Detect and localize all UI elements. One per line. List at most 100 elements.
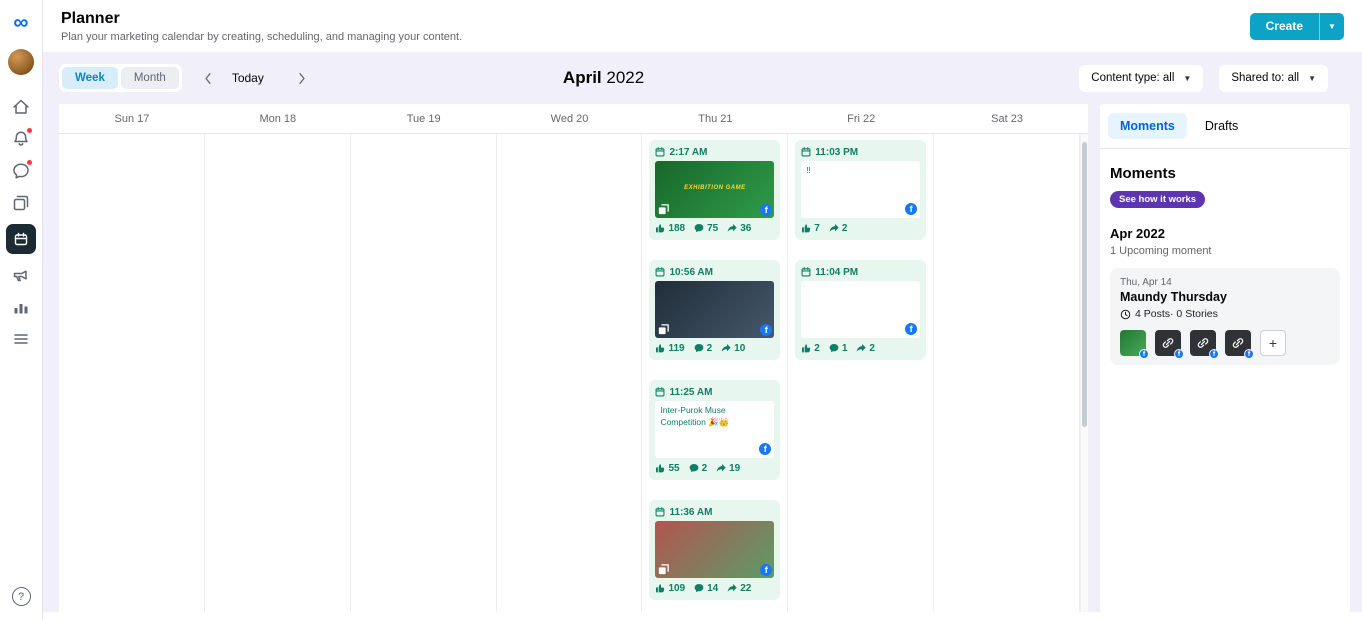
day-header: Sun 17 <box>114 113 150 125</box>
post-media-label: EXHIBITION GAME <box>684 184 746 191</box>
facebook-icon: f <box>760 564 773 576</box>
help-icon[interactable]: ? <box>11 587 31 606</box>
panel-body: Moments See how it works Apr 2022 1 Upco… <box>1100 149 1350 381</box>
upcoming-moment-count: 1 Upcoming moment <box>1110 245 1212 257</box>
like-icon <box>656 344 665 353</box>
calendar-column[interactable] <box>497 134 643 612</box>
moment-post-thumbnail[interactable]: f <box>1120 330 1149 359</box>
post-header: 11:04 PM <box>801 265 920 279</box>
scheduled-post-card[interactable]: 11:36 AM f 109 14 22 <box>649 500 781 600</box>
moment-post-thumbnail[interactable]: f <box>1155 330 1184 359</box>
comment-icon <box>829 344 839 353</box>
post-stats: 109 14 22 <box>655 581 774 595</box>
page-header: Planner Plan your marketing calendar by … <box>43 0 1362 52</box>
calendar-column[interactable] <box>59 134 205 612</box>
scheduled-post-card[interactable]: 11:04 PM f 2 1 2 <box>795 260 927 360</box>
post-media: EXHIBITION GAME f <box>655 161 775 218</box>
add-moment-post-button[interactable]: + <box>1260 330 1286 356</box>
chevron-down-icon: ▼ <box>1308 73 1316 83</box>
post-stats: 55 2 19 <box>655 461 774 475</box>
panel-tabs: Moments Drafts <box>1100 104 1350 149</box>
sidebar-item-planner[interactable] <box>6 224 36 254</box>
messages-badge-dot <box>26 159 33 166</box>
scheduled-post-card[interactable]: 2:17 AM EXHIBITION GAME f 188 75 36 <box>649 140 781 240</box>
likes-stat: 2 <box>801 343 820 354</box>
shares-stat: 10 <box>721 343 745 354</box>
shares-stat: 22 <box>727 583 751 594</box>
workspace: Sun 17 Mon 18 Tue 19 Wed 20 Thu 21 Fri 2… <box>59 104 1350 612</box>
shared-to-filter[interactable]: Shared to: all ▼ <box>1219 64 1328 92</box>
comments-stat: 2 <box>689 463 707 474</box>
like-icon <box>802 344 811 353</box>
content-type-filter[interactable]: Content type: all ▼ <box>1079 64 1204 92</box>
post-time: 11:25 AM <box>669 386 713 398</box>
more-menu-icon[interactable] <box>11 329 31 349</box>
post-media: f <box>655 521 775 578</box>
post-text: Inter-Purok Muse Competition 🎉👑 <box>660 405 730 427</box>
post-time: 11:36 AM <box>669 506 713 518</box>
tab-moments[interactable]: Moments <box>1108 113 1187 139</box>
calendar-icon <box>655 267 665 277</box>
today-button[interactable]: Today <box>224 67 272 89</box>
comments-stat: 14 <box>694 583 718 594</box>
calendar-column[interactable] <box>934 134 1081 612</box>
post-stats: 2 1 2 <box>801 341 920 355</box>
calendar-column[interactable] <box>205 134 351 612</box>
calendar-column[interactable]: 2:17 AM EXHIBITION GAME f 188 75 36 10:5… <box>642 134 789 612</box>
moment-meta: 4 Posts· 0 Stories <box>1120 308 1330 320</box>
tab-drafts[interactable]: Drafts <box>1193 113 1250 139</box>
home-icon[interactable] <box>11 97 31 117</box>
moment-title: Maundy Thursday <box>1120 290 1227 304</box>
facebook-icon: f <box>1209 349 1219 359</box>
month-view-button[interactable]: Month <box>120 67 179 89</box>
calendar-month-title: April 2022 <box>562 68 645 87</box>
previous-week-button[interactable] <box>196 68 220 89</box>
comment-icon <box>694 584 704 593</box>
messages-icon[interactable] <box>11 159 33 181</box>
likes-stat: 7 <box>801 223 820 234</box>
moment-post-thumbnail[interactable]: f <box>1190 330 1219 359</box>
calendar-column[interactable] <box>351 134 497 612</box>
calendar-grid: 2:17 AM EXHIBITION GAME f 188 75 36 10:5… <box>59 134 1088 612</box>
posts-icon[interactable] <box>11 193 31 213</box>
share-icon <box>727 584 737 592</box>
post-text: ‼ <box>806 165 811 175</box>
insights-icon[interactable] <box>11 297 31 317</box>
next-week-button[interactable] <box>290 68 314 89</box>
share-icon <box>829 224 839 232</box>
calendar-column[interactable]: 11:03 PM ‼ f 7 2 11:04 PM f 2 1 2 <box>788 134 935 612</box>
scheduled-post-card[interactable]: 10:56 AM f 119 2 10 <box>649 260 781 360</box>
post-header: 2:17 AM <box>655 145 774 159</box>
facebook-icon: f <box>1244 349 1254 359</box>
post-header: 11:03 PM <box>801 145 920 159</box>
page-subtitle: Plan your marketing calendar by creating… <box>61 30 463 43</box>
calendar-scrollbar[interactable] <box>1080 134 1088 612</box>
week-view-button[interactable]: Week <box>62 67 118 89</box>
see-how-it-works-badge[interactable]: See how it works <box>1110 191 1206 208</box>
create-dropdown-caret-icon[interactable]: ▼ <box>1319 12 1344 40</box>
ads-icon[interactable] <box>11 265 31 285</box>
link-icon <box>1232 338 1244 348</box>
photo-stack-icon <box>659 324 670 335</box>
day-header: Mon 18 <box>259 113 297 125</box>
day-header: Sat 23 <box>991 113 1023 125</box>
notifications-icon[interactable] <box>11 127 33 149</box>
post-text-box: f <box>801 281 921 338</box>
profile-avatar[interactable] <box>8 49 34 75</box>
like-icon <box>802 224 811 233</box>
shares-stat: 2 <box>829 223 847 234</box>
scheduled-post-card[interactable]: 11:03 PM ‼ f 7 2 <box>795 140 927 240</box>
create-button[interactable]: Create <box>1250 13 1319 40</box>
moment-card[interactable]: Thu, Apr 14 Maundy Thursday 4 Posts· 0 S… <box>1110 268 1340 365</box>
comments-stat: 1 <box>829 343 847 354</box>
meta-logo-icon[interactable]: ∞ <box>14 12 29 33</box>
like-icon <box>656 464 665 473</box>
photo-stack-icon <box>659 204 670 215</box>
day-header: Thu 21 <box>698 113 733 125</box>
scheduled-post-card[interactable]: 11:25 AM Inter-Purok Muse Competition 🎉👑… <box>649 380 781 480</box>
filters: Content type: all ▼ Shared to: all ▼ <box>1079 64 1328 92</box>
scrollbar-thumb[interactable] <box>1082 142 1087 427</box>
post-header: 10:56 AM <box>655 265 774 279</box>
moment-post-thumbnail[interactable]: f <box>1225 330 1254 359</box>
shares-stat: 36 <box>727 223 751 234</box>
